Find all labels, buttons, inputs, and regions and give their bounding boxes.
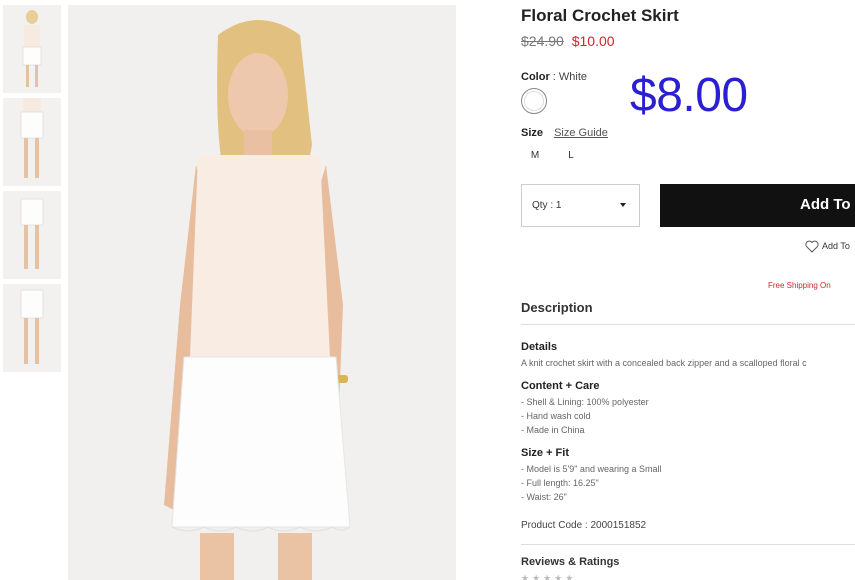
thumbnail-4[interactable] [3,284,61,372]
color-separator: : [552,71,556,83]
content-line-3: - Made in China [521,425,585,435]
product-info-panel: Floral Crochet Skirt $24.90 $10.00 Color… [521,0,855,580]
content-line-2: - Hand wash cold [521,411,591,421]
size-row: Size Size Guide [521,127,608,139]
reviews-divider [521,544,855,545]
description-divider [521,324,855,325]
heart-icon [805,240,819,253]
thumbnail-3[interactable] [3,191,61,279]
color-label: Color [521,71,550,83]
price-row: $24.90 $10.00 [521,33,615,49]
sale-price: $10.00 [571,33,615,49]
caret-down-icon [620,203,626,207]
size-label: Size [521,127,544,139]
content-care-heading: Content + Care [521,380,600,392]
size-guide-link[interactable]: Size Guide [554,127,608,139]
thumbnail-2[interactable] [3,98,61,186]
thumbnail-strip [3,5,61,377]
main-product-image[interactable] [68,5,456,580]
fit-line-2: - Full length: 16.25" [521,478,599,488]
content-line-1: - Shell & Lining: 100% polyester [521,397,649,407]
add-to-wishlist-link[interactable]: Add To [805,240,850,253]
original-price: $24.90 [521,33,564,49]
rating-stars[interactable]: ★★★★★ [521,573,576,580]
thumbnail-1[interactable] [3,5,61,93]
overlay-price: $8.00 [630,69,748,122]
color-label-row: Color : White [521,71,587,83]
quantity-select[interactable]: Qty : 1 [521,184,640,227]
add-to-bag-button[interactable]: Add To [660,184,855,227]
size-option-m[interactable]: M [523,150,547,161]
color-value: White [558,71,588,83]
details-heading: Details [521,341,558,353]
color-swatch-white[interactable] [521,88,547,114]
quantity-label: Qty : 1 [532,200,562,211]
wishlist-label: Add To [822,240,850,251]
product-code: Product Code : 2000151852 [521,520,647,531]
add-to-bag-label: Add To [800,196,851,213]
size-option-l[interactable]: L [559,150,583,161]
product-title: Floral Crochet Skirt [521,6,679,25]
size-fit-heading: Size + Fit [521,447,569,459]
free-shipping-text: Free Shipping On [768,281,831,290]
fit-line-3: - Waist: 26" [521,492,567,502]
reviews-heading: Reviews & Ratings [521,556,620,568]
description-heading: Description [521,300,593,315]
details-text: A knit crochet skirt with a concealed ba… [521,358,807,368]
fit-line-1: - Model is 5'9" and wearing a Small [521,464,662,474]
